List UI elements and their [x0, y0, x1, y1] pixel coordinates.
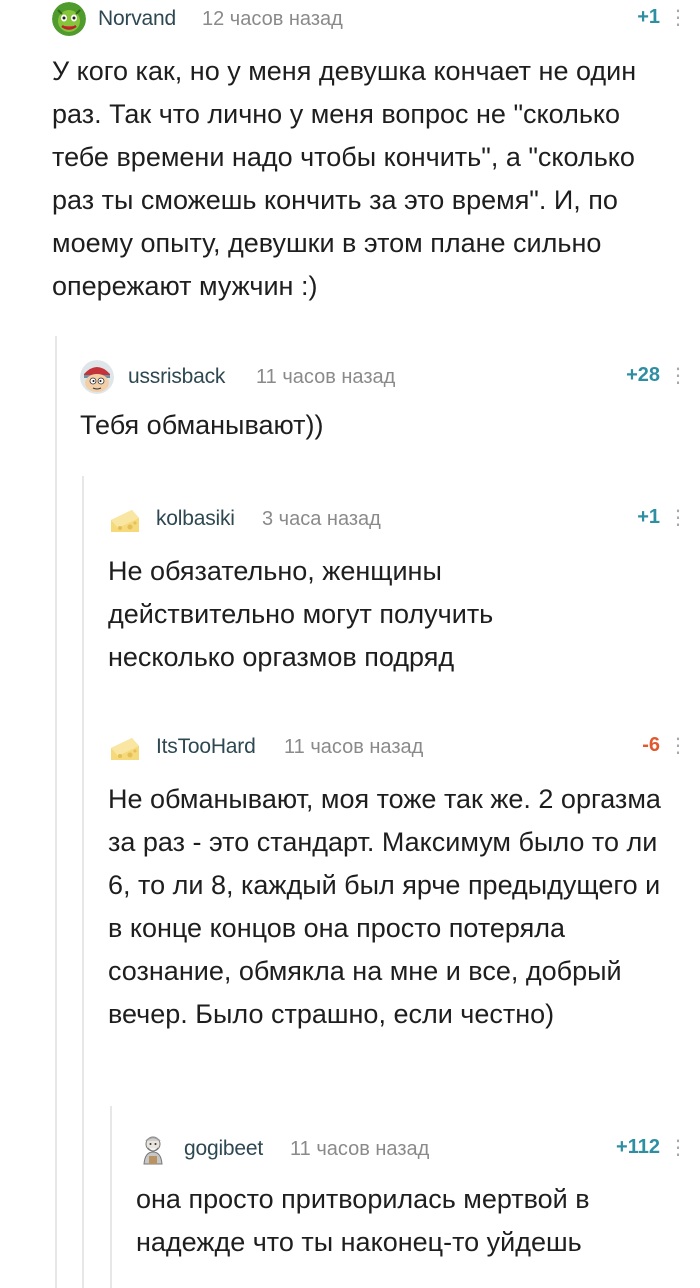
thread-branch-line[interactable]	[82, 476, 84, 1288]
thread-branch-line[interactable]	[55, 336, 57, 1288]
more-options-icon[interactable]: ⋮	[668, 361, 688, 391]
comment: Norvand 12 часов назад +1 ⋮ У кого как, …	[52, 0, 700, 308]
comment-rating[interactable]: +28	[626, 364, 660, 387]
comment-timestamp: 11 часов назад	[290, 1138, 430, 1160]
comment-timestamp: 11 часов назад	[284, 736, 424, 758]
comment-timestamp: 12 часов назад	[202, 8, 343, 30]
comment-header: ItsTooHard 11 часов назад -6 ⋮	[108, 728, 700, 768]
comment-rating[interactable]: +1	[637, 6, 660, 29]
comment-username[interactable]: ItsTooHard	[156, 735, 256, 759]
comment: kolbasiki 3 часа назад +1 ⋮ Не обязатель…	[108, 500, 700, 679]
old-man-avatar-icon[interactable]	[136, 1132, 170, 1166]
comment-header: kolbasiki 3 часа назад +1 ⋮	[108, 500, 700, 540]
comment-username[interactable]: gogibeet	[184, 1137, 263, 1161]
green-monster-avatar-icon[interactable]	[52, 2, 86, 36]
comment-username[interactable]: kolbasiki	[156, 507, 235, 531]
comment: ussrisback 11 часов назад +28 ⋮ Тебя обм…	[80, 358, 700, 447]
comment-username[interactable]: ussrisback	[128, 365, 225, 389]
comment-text: Не обязательно, женщины действительно мо…	[108, 556, 494, 672]
comment-header: gogibeet 11 часов назад +112 ⋮	[136, 1130, 700, 1170]
comment-text: Не обманывают, моя тоже так же. 2 оргазм…	[108, 784, 661, 1029]
more-options-icon[interactable]: ⋮	[668, 1133, 688, 1163]
more-options-icon[interactable]: ⋮	[668, 731, 688, 761]
more-options-icon[interactable]: ⋮	[668, 503, 688, 533]
comment-timestamp: 11 часов назад	[256, 366, 396, 388]
cheese-avatar-icon[interactable]	[108, 502, 142, 536]
comment-username[interactable]: Norvand	[98, 7, 176, 31]
comment: gogibeet 11 часов назад +112 ⋮ она прост…	[136, 1130, 700, 1264]
comment-text: она просто притворилась мертвой в надежд…	[136, 1184, 590, 1257]
comment-rating[interactable]: -6	[642, 734, 660, 757]
comment-text: Тебя обманывают))	[80, 410, 324, 440]
comment-header: ussrisback 11 часов назад +28 ⋮	[80, 358, 700, 398]
comment: ItsTooHard 11 часов назад -6 ⋮ Не обманы…	[108, 728, 700, 1036]
more-options-icon[interactable]: ⋮	[668, 3, 688, 33]
cartoon-character-avatar-icon[interactable]	[80, 360, 114, 394]
comment-header: Norvand 12 часов назад +1 ⋮	[52, 0, 700, 40]
thread-branch-line[interactable]	[110, 1106, 112, 1288]
comment-text: У кого как, но у меня девушка кончает не…	[52, 56, 637, 301]
cheese-avatar-icon[interactable]	[108, 730, 142, 764]
comment-timestamp: 3 часа назад	[262, 508, 381, 530]
comment-rating[interactable]: +1	[637, 506, 660, 529]
comment-rating[interactable]: +112	[616, 1136, 660, 1159]
